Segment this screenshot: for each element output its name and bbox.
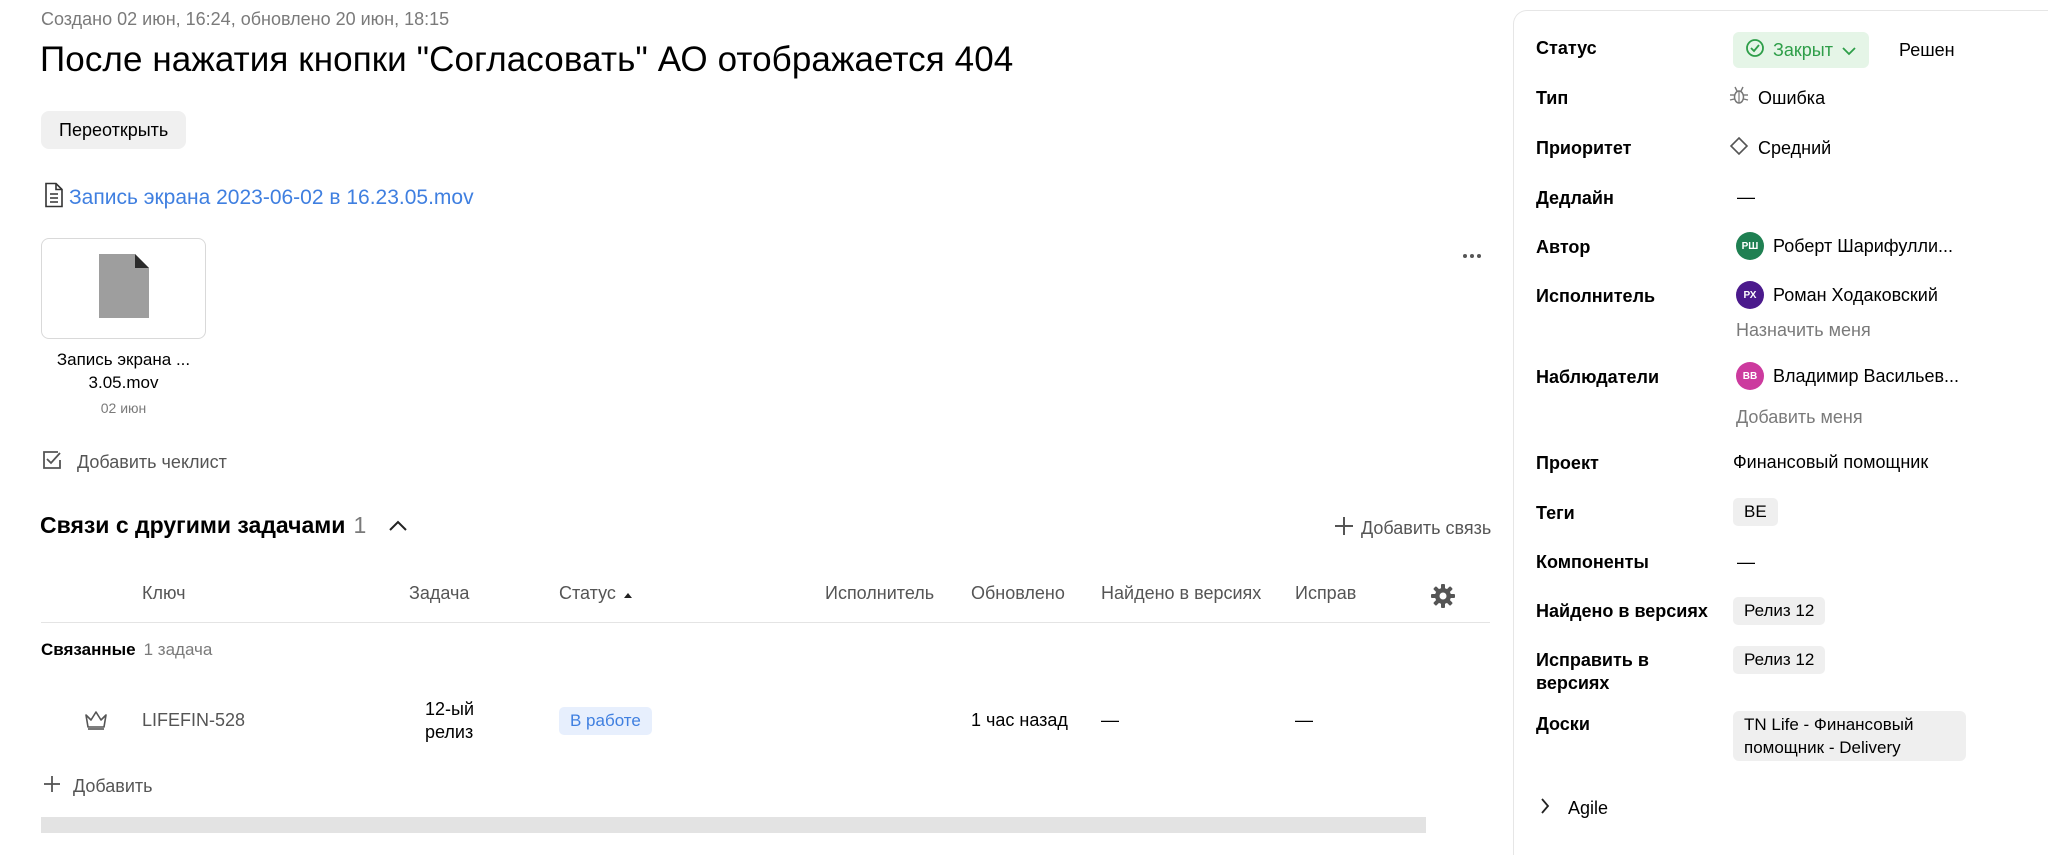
status-dropdown[interactable]: Закрыт xyxy=(1733,32,1869,68)
reopen-button[interactable]: Переоткрыть xyxy=(41,111,187,149)
sort-asc-icon xyxy=(623,583,633,604)
avatar: РХ xyxy=(1736,281,1764,309)
crown-icon xyxy=(84,709,108,736)
file-icon xyxy=(97,252,151,325)
column-header-updated[interactable]: Обновлено xyxy=(971,583,1065,604)
add-related-button[interactable]: Добавить xyxy=(43,775,153,798)
followers-label: Наблюдатели xyxy=(1536,367,1660,387)
priority-value[interactable]: Средний xyxy=(1729,136,1831,161)
fix-in-value[interactable]: Релиз 12 xyxy=(1733,646,1826,674)
bug-icon xyxy=(1729,86,1749,111)
chevron-up-icon[interactable] xyxy=(388,520,408,532)
column-header-assignee[interactable]: Исполнитель xyxy=(825,583,934,604)
version-chip[interactable]: Релиз 12 xyxy=(1733,597,1826,625)
row-key[interactable]: LIFEFIN-528 xyxy=(142,710,245,731)
tags-value[interactable]: BE xyxy=(1733,498,1778,526)
project-value[interactable]: Финансовый помощник xyxy=(1733,452,1928,473)
attachment-card[interactable] xyxy=(41,238,206,339)
avatar: ВВ xyxy=(1736,362,1764,390)
row-found-in: — xyxy=(1101,710,1119,730)
follower-name: Владимир Васильев... xyxy=(1773,365,1960,386)
column-header-key[interactable]: Ключ xyxy=(142,583,185,604)
author-label: Автор xyxy=(1536,237,1591,257)
horizontal-scrollbar[interactable] xyxy=(41,817,1426,833)
links-section-header: Связи с другими задачами 1 xyxy=(40,512,408,539)
type-value-text: Ошибка xyxy=(1758,88,1826,108)
tags-label: Теги xyxy=(1536,503,1575,523)
type-value[interactable]: Ошибка xyxy=(1729,86,1825,111)
diamond-icon xyxy=(1729,136,1749,161)
page-title: После нажатия кнопки "Согласовать" АО от… xyxy=(40,40,1014,79)
link-group-label: Связанные 1 задача xyxy=(41,640,212,660)
status-value: Закрыт xyxy=(1773,39,1833,60)
column-header-fix-in[interactable]: Исправить в версиях xyxy=(1295,583,1356,604)
gear-icon[interactable] xyxy=(1430,583,1456,614)
attachment-date: 02 июн xyxy=(100,400,147,416)
row-task[interactable]: 12-ый релиз xyxy=(425,698,483,744)
column-header-fix-in-clip: Исправить в версиях xyxy=(1290,578,1356,612)
links-count: 1 xyxy=(353,512,367,538)
type-label: Тип xyxy=(1536,88,1569,108)
chevron-down-icon xyxy=(1841,40,1857,61)
assignee-value[interactable]: РХ Роман Ходаковский xyxy=(1736,281,1938,309)
add-link-label: Добавить связь xyxy=(1361,518,1492,538)
author-name: Роберт Шарифулли... xyxy=(1773,235,1954,256)
column-header-status[interactable]: Статус xyxy=(559,583,633,604)
attachment-link[interactable]: Запись экрана 2023-06-02 в 16.23.05.mov xyxy=(43,182,474,213)
attachment-link-text[interactable]: Запись экрана 2023-06-02 в 16.23.05.mov xyxy=(69,186,474,210)
row-updated: 1 час назад xyxy=(971,710,1068,730)
attachment-name: Запись экрана ... 3.05.mov xyxy=(56,350,191,392)
add-me-link[interactable]: Добавить меня xyxy=(1736,407,1863,428)
add-checklist-button[interactable]: Добавить чеклист xyxy=(41,449,227,476)
found-in-label: Найдено в версиях xyxy=(1536,601,1708,621)
links-title: Связи с другими задачами xyxy=(40,512,346,538)
add-checklist-label: Добавить чеклист xyxy=(77,452,227,472)
components-label: Компоненты xyxy=(1536,552,1649,572)
components-value[interactable]: — xyxy=(1737,552,1755,573)
priority-label: Приоритет xyxy=(1536,138,1632,158)
found-in-value[interactable]: Релиз 12 xyxy=(1733,597,1826,625)
deadline-label: Дедлайн xyxy=(1536,188,1614,208)
fix-in-label: Исправить в версиях xyxy=(1536,650,1649,693)
resolution-value: Решен xyxy=(1899,40,1955,60)
row-status-badge[interactable]: В работе xyxy=(559,707,652,735)
project-label: Проект xyxy=(1536,453,1599,473)
avatar: РШ xyxy=(1736,232,1764,260)
issue-meta: Создано 02 июн, 16:24, обновлено 20 июн,… xyxy=(41,9,450,29)
row-fix-in: — xyxy=(1295,710,1313,730)
assign-me-link[interactable]: Назначить меня xyxy=(1736,320,1871,341)
check-circle-icon xyxy=(1745,38,1765,63)
priority-value-text: Средний xyxy=(1758,138,1832,158)
checklist-icon xyxy=(41,449,63,476)
assignee-name: Роман Ходаковский xyxy=(1773,284,1938,305)
more-options-icon[interactable] xyxy=(1460,244,1484,268)
deadline-value[interactable]: — xyxy=(1737,187,1755,208)
add-link-button[interactable]: Добавить связь xyxy=(1333,515,1491,542)
tag-chip[interactable]: BE xyxy=(1733,498,1778,526)
link-group-count: 1 задача xyxy=(143,640,213,659)
link-group-name: Связанные xyxy=(41,640,136,659)
assignee-label: Исполнитель xyxy=(1536,286,1656,306)
agile-label: Agile xyxy=(1568,798,1609,818)
board-chip[interactable]: TN Life - Финансовый помощник - Delivery xyxy=(1733,711,1966,761)
author-value[interactable]: РШ Роберт Шарифулли... xyxy=(1736,232,1953,260)
add-related-label: Добавить xyxy=(73,776,153,796)
boards-label: Доски xyxy=(1536,714,1590,734)
version-chip[interactable]: Релиз 12 xyxy=(1733,646,1826,674)
column-header-found-in[interactable]: Найдено в версиях xyxy=(1101,583,1261,604)
column-header-status-label: Статус xyxy=(559,583,616,603)
plus-icon xyxy=(43,775,61,798)
document-icon xyxy=(43,182,65,213)
agile-section-toggle[interactable]: Agile xyxy=(1540,797,1608,820)
plus-icon xyxy=(1333,515,1355,542)
status-label: Статус xyxy=(1536,38,1597,58)
column-header-task[interactable]: Задача xyxy=(409,583,469,604)
followers-value[interactable]: ВВ Владимир Васильев... xyxy=(1736,362,1959,390)
table-header-divider xyxy=(41,622,1490,623)
chevron-right-icon xyxy=(1540,797,1550,820)
